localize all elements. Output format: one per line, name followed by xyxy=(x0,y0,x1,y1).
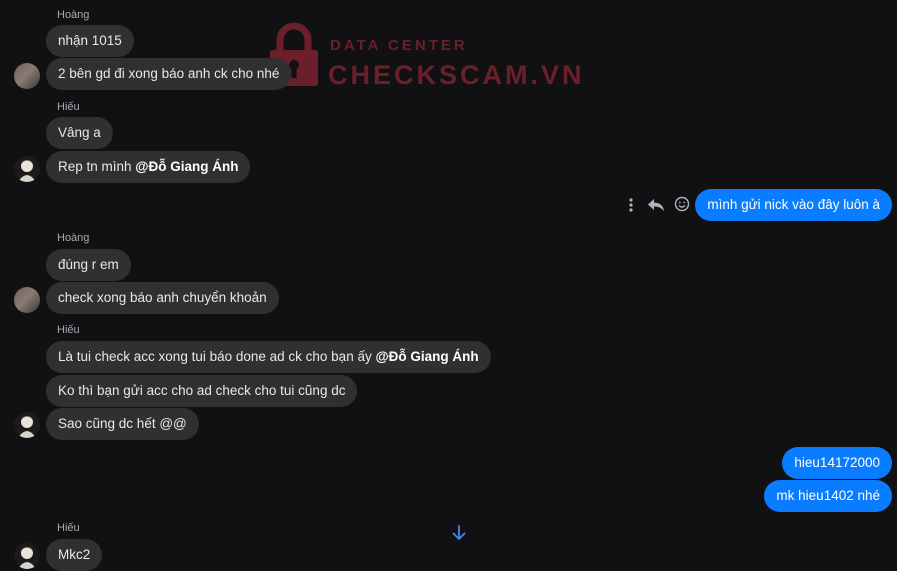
arrow-down-icon[interactable] xyxy=(451,524,467,542)
message-bubble[interactable]: Mkc2 xyxy=(46,539,103,571)
outgoing-message[interactable]: hieu14172000 xyxy=(782,447,892,479)
avatar[interactable] xyxy=(14,543,40,569)
reply-icon[interactable] xyxy=(647,196,665,214)
watermark: DATA CENTER CHECKSCAM.VN xyxy=(268,22,582,92)
sender-name: Hiếu xyxy=(57,324,80,336)
message-bubble[interactable]: 2 bên gd đi xong báo anh ck cho nhé xyxy=(46,58,292,90)
sender-name: Hiếu xyxy=(57,522,80,534)
mention-link[interactable]: @Đỗ Giang Ánh xyxy=(135,159,238,174)
message-bubble[interactable]: Là tui check acc xong tui báo done ad ck… xyxy=(46,341,491,373)
avatar[interactable] xyxy=(14,156,40,182)
message-text: Là tui check acc xong tui báo done ad ck… xyxy=(58,349,376,364)
more-vertical-icon[interactable] xyxy=(625,197,637,213)
message-bubble[interactable]: check xong báo anh chuyển khoản xyxy=(46,282,279,314)
message-bubble[interactable]: đúng r em xyxy=(46,249,131,281)
message-bubble[interactable]: Ko thì bạn gửi acc cho ad check cho tui … xyxy=(46,375,358,407)
mention-link[interactable]: @Đỗ Giang Ánh xyxy=(375,349,478,364)
avatar[interactable] xyxy=(14,287,40,313)
sender-name: Hiếu xyxy=(57,101,80,113)
message-bubble[interactable]: nhận 1015 xyxy=(46,25,134,57)
message-bubble[interactable]: Vâng a xyxy=(46,117,113,149)
watermark-line1: DATA CENTER xyxy=(330,37,468,54)
sender-name: Hoàng xyxy=(57,232,90,244)
message-text: Rep tn mình xyxy=(58,159,136,174)
outgoing-message[interactable]: mk hieu1402 nhé xyxy=(764,480,892,512)
sender-name: Hoàng xyxy=(57,9,90,21)
avatar[interactable] xyxy=(14,412,40,438)
watermark-line2: CHECKSCAM.VN xyxy=(328,60,585,90)
outgoing-message[interactable]: mình gửi nick vào đây luôn à xyxy=(695,189,892,221)
message-bubble[interactable]: Rep tn mình @Đỗ Giang Ánh xyxy=(46,151,251,183)
smiley-icon[interactable] xyxy=(674,196,690,212)
avatar[interactable] xyxy=(14,63,40,89)
message-bubble[interactable]: Sao cũng dc hết @@ xyxy=(46,408,199,440)
